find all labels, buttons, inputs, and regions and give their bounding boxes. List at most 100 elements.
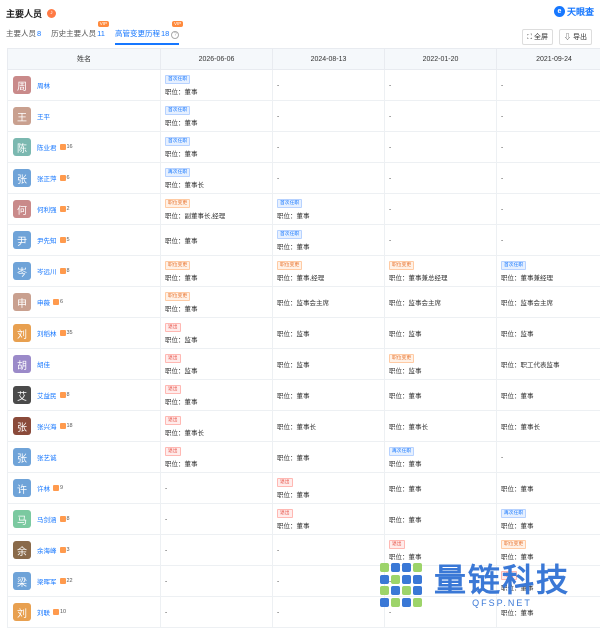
change-cell: - [497,225,600,256]
export-button[interactable]: ⇩ 导出 [559,29,592,45]
tab-bar: 主要人员8 历史主要人员11 VIP 高管变更历程18? VIP [6,28,179,45]
risk-count: 3 [67,547,70,553]
avatar[interactable]: 马 [13,510,31,528]
change-type-tag: 职位变更 [165,261,190,270]
risk-badge[interactable]: 9 [53,485,63,491]
risk-icon [53,485,59,491]
risk-count: 10 [60,609,66,615]
person-name-link[interactable]: 许林 [37,483,50,493]
avatar[interactable]: 张 [13,169,31,187]
position-text: 职位：监事 [389,368,422,375]
person-name-link[interactable]: 岑远川 [37,266,57,276]
fullscreen-label: 全屏 [534,34,548,41]
risk-badge[interactable]: 10 [53,609,66,615]
tab-executive-changes[interactable]: 高管变更历程18? VIP [115,28,179,45]
change-cell: 职位变更职位：董事 [161,287,273,318]
risk-icon [60,237,66,243]
person-name-link[interactable]: 胡佳 [37,359,50,369]
risk-badge[interactable]: 8 [60,516,70,522]
person-name-link[interactable]: 刘联 [37,607,50,617]
position-text: 职位：监事 [277,331,310,338]
risk-badge[interactable]: 22 [60,578,73,584]
empty-dash: - [501,175,503,182]
person-name-link[interactable]: 尹先知 [37,235,57,245]
person-name-link[interactable]: 张兴海 [37,421,57,431]
person-name-link[interactable]: 张艺诚 [37,452,57,462]
change-cell: 职位：董事 [273,442,385,473]
column-header-date: 2024-08-13 [273,49,385,70]
person-name-link[interactable]: 梁晖军 [37,576,57,586]
help-icon[interactable]: ? [171,31,179,39]
risk-badge[interactable]: 18 [60,423,73,429]
tab-main-personnel[interactable]: 主要人员8 [6,28,41,45]
avatar[interactable]: 梁 [13,572,31,590]
person-name-link[interactable]: 张正萍 [37,173,57,183]
avatar[interactable]: 艾 [13,386,31,404]
fullscreen-button[interactable]: ⛶ 全屏 [522,29,553,45]
risk-icon [53,299,59,305]
change-cell: 职位：董事 [385,380,497,411]
risk-count: 16 [67,144,73,150]
change-type-tag: 退出 [165,323,181,332]
risk-badge[interactable]: 8 [60,268,70,274]
risk-badge[interactable]: 3 [60,547,70,553]
risk-icon [60,578,66,584]
person-name-link[interactable]: 余海峰 [37,545,57,555]
risk-badge[interactable]: 8 [60,392,70,398]
empty-dash: - [277,578,279,585]
avatar[interactable]: 余 [13,541,31,559]
person-name-link[interactable]: 刘稻林 [37,328,57,338]
avatar[interactable]: 张 [13,448,31,466]
person-name-link[interactable]: 马剑涵 [37,514,57,524]
risk-badge[interactable]: 2 [60,206,70,212]
avatar[interactable]: 岑 [13,262,31,280]
person-cell: 刘刘联 10 [8,597,161,628]
table-row: 王王平首次任职职位：董事--- [8,101,600,132]
position-text: 职位：董事 [501,486,534,493]
avatar[interactable]: 申 [13,293,31,311]
avatar[interactable]: 陈 [13,138,31,156]
avatar[interactable]: 何 [13,200,31,218]
tab-history-personnel[interactable]: 历史主要人员11 VIP [51,28,105,45]
person-name-link[interactable]: 陈业君 [37,142,57,152]
risk-count: 8 [67,268,70,274]
risk-icon [53,609,59,615]
change-cell: 职位：董事长 [497,411,600,442]
bell-icon[interactable]: ♪ [47,9,56,18]
risk-badge[interactable]: 5 [60,237,70,243]
avatar[interactable]: 张 [13,417,31,435]
empty-dash: - [277,547,279,554]
avatar[interactable]: 刘 [13,603,31,621]
avatar[interactable]: 王 [13,107,31,125]
watermark-cell [380,563,389,572]
empty-dash: - [277,144,279,151]
change-cell: 职位变更职位：董事 [161,256,273,287]
change-cell: 职位：董事 [273,380,385,411]
avatar[interactable]: 许 [13,479,31,497]
change-cell: 首次任职职位：董事 [161,101,273,132]
position-text: 职位：董事 [277,492,310,499]
watermark-cell [391,575,400,584]
table-row: 艾艾益民8退出职位：董事职位：董事职位：董事职位：董事 [8,380,600,411]
person-name-link[interactable]: 艾益民 [37,390,57,400]
avatar[interactable]: 刘 [13,324,31,342]
person-name-link[interactable]: 王平 [37,111,50,121]
risk-badge[interactable]: 6 [60,175,70,181]
position-text: 职位：职工代表监事 [501,362,560,369]
watermark-cell [380,598,389,607]
person-name-link[interactable]: 周林 [37,80,50,90]
avatar[interactable]: 尹 [13,231,31,249]
avatar[interactable]: 周 [13,76,31,94]
person-name-link[interactable]: 申薇 [37,297,50,307]
avatar[interactable]: 胡 [13,355,31,373]
person-name-link[interactable]: 何利强 [37,204,57,214]
empty-dash: - [277,113,279,120]
change-cell: 职位变更职位：监事 [385,349,497,380]
change-cell: - [385,132,497,163]
change-type-tag: 再次任职 [501,509,526,518]
risk-badge[interactable]: 6 [53,299,63,305]
person-cell: 胡胡佳 [8,349,161,380]
risk-badge[interactable]: 35 [60,330,73,336]
empty-dash: - [389,237,391,244]
risk-badge[interactable]: 16 [60,144,73,150]
